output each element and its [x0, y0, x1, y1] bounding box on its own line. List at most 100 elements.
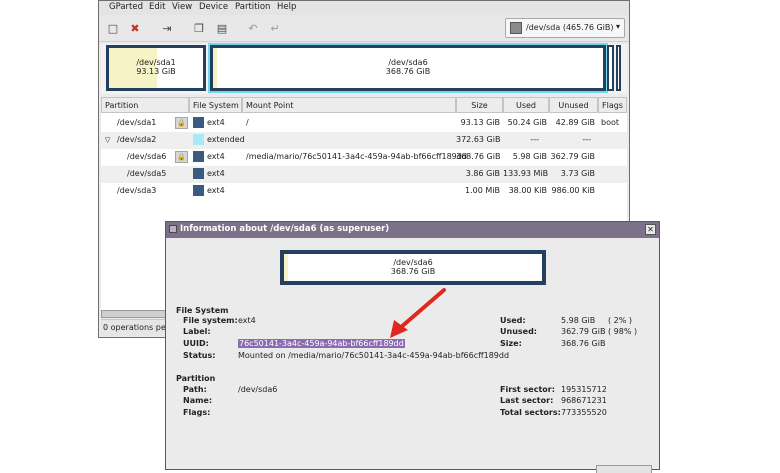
partition-block-name: /dev/sda1 [136, 58, 176, 67]
cell-size: 1.00 MiB [465, 186, 500, 195]
table-row[interactable]: /dev/sda1 🔒 ext4 / 93.13 GiB 50.24 GiB 4… [101, 115, 627, 132]
resize-icon[interactable]: ⇥ [159, 20, 175, 36]
table-row[interactable]: /dev/sda3 ext4 1.00 MiB 38.00 KiB 986.00… [101, 183, 627, 200]
cell-partition: /dev/sda5 [127, 169, 167, 178]
disk-map: /dev/sda1 93.13 GiB /dev/sda6 368.76 GiB [101, 43, 627, 94]
cell-size: 368.76 GiB [456, 152, 501, 161]
cell-used: 50.24 GiB [507, 118, 547, 127]
cell-partition: /dev/sda6 [127, 152, 167, 161]
table-row[interactable]: /dev/sda5 ext4 3.86 GiB 133.93 MiB 3.73 … [101, 166, 627, 183]
cell-used: 38.00 KiB [508, 186, 547, 195]
close-icon[interactable]: ✕ [645, 224, 656, 235]
paste-icon[interactable]: ▤ [214, 20, 230, 36]
lock-icon: 🔒 [175, 117, 188, 129]
fs-color-swatch [193, 117, 204, 128]
dialog-title-bar[interactable]: Information about /dev/sda6 (as superuse… [166, 222, 659, 238]
fs-color-swatch [193, 134, 204, 145]
cell-unused: 3.73 GiB [560, 169, 595, 178]
label-first-sector: First sector: [500, 385, 555, 394]
value-filesystem: ext4 [238, 316, 256, 325]
partition-block-sda3[interactable] [616, 45, 621, 91]
column-header-mount[interactable]: Mount Point [242, 97, 456, 113]
disk-icon [510, 22, 522, 34]
device-selector[interactable]: /dev/sda (465.76 GiB) ▾ [505, 18, 625, 38]
column-header-partition[interactable]: Partition [101, 97, 189, 113]
chevron-down-icon: ▾ [615, 22, 620, 31]
fs-color-swatch [193, 151, 204, 162]
cell-size: 372.63 GiB [456, 135, 501, 144]
label-flags: Flags: [183, 408, 211, 417]
value-unused-percent: ( 98% ) [608, 327, 638, 336]
label-name: Name: [183, 396, 213, 405]
cell-unused: --- [582, 135, 591, 144]
horizontal-scrollbar[interactable] [101, 310, 171, 318]
value-path: /dev/sda6 [238, 385, 278, 394]
column-header-flags[interactable]: Flags [598, 97, 627, 113]
menu-device[interactable]: Device [199, 2, 228, 12]
cell-size: 93.13 GiB [460, 118, 500, 127]
column-header-unused[interactable]: Unused [549, 97, 598, 113]
fs-color-swatch [193, 168, 204, 179]
arrow-shaft [398, 288, 446, 330]
column-header-filesystem[interactable]: File System [189, 97, 242, 113]
cell-unused: 362.79 GiB [550, 152, 595, 161]
column-header-size[interactable]: Size [456, 97, 503, 113]
label-used: Used: [500, 316, 526, 325]
label-uuid: UUID: [183, 339, 209, 348]
cell-size: 3.86 GiB [465, 169, 500, 178]
value-unused: 362.79 GiB [561, 327, 606, 336]
apply-icon[interactable]: ↵ [267, 20, 283, 36]
cell-flags: boot [601, 118, 620, 127]
value-size: 368.76 GiB [561, 339, 606, 348]
cell-partition: /dev/sda2 [117, 135, 157, 144]
label-status: Status: [183, 351, 216, 360]
cell-unused: 986.00 KiB [551, 186, 596, 195]
column-header-used[interactable]: Used [503, 97, 549, 113]
window-menu-icon[interactable] [169, 225, 177, 233]
label-size: Size: [500, 339, 522, 348]
fs-color-swatch [193, 185, 204, 196]
menu-help[interactable]: Help [277, 2, 296, 12]
menu-view[interactable]: View [172, 2, 192, 12]
cell-mount: / [246, 118, 249, 127]
new-icon[interactable]: □ [105, 20, 121, 36]
dialog-title: Information about /dev/sda6 (as superuse… [180, 224, 390, 234]
menu-bar: GParted Edit View Device Partition Help [99, 1, 629, 15]
menu-edit[interactable]: Edit [149, 2, 165, 12]
cell-filesystem: ext4 [207, 152, 225, 161]
label-unused: Unused: [500, 327, 537, 336]
undo-icon[interactable]: ↶ [245, 20, 261, 36]
lock-icon: 🔒 [175, 151, 188, 163]
partition-block-size: 93.13 GiB [136, 67, 176, 76]
label-path: Path: [183, 385, 207, 394]
pending-operations-text: 0 operations pen [103, 323, 171, 332]
cell-used: 133.93 MiB [503, 169, 549, 178]
cell-used: --- [530, 135, 539, 144]
section-heading-filesystem: File System [176, 306, 229, 315]
menu-gparted[interactable]: GParted [109, 2, 143, 12]
partition-block-sda6[interactable]: /dev/sda6 368.76 GiB [208, 43, 608, 93]
value-used: 5.98 GiB [561, 316, 596, 325]
close-button[interactable] [596, 465, 652, 473]
expander-icon[interactable]: ▽ [105, 136, 110, 144]
label-total-sectors: Total sectors: [500, 408, 561, 417]
cell-filesystem: extended [207, 135, 245, 144]
partition-block-size: 368.76 GiB [385, 67, 431, 76]
cell-partition: /dev/sda1 [117, 118, 157, 127]
cell-used: 5.98 GiB [512, 152, 547, 161]
value-total-sectors: 773355520 [561, 408, 607, 417]
partition-block-sda1[interactable]: /dev/sda1 93.13 GiB [106, 45, 206, 91]
delete-icon[interactable]: ✖ [127, 20, 143, 36]
table-row[interactable]: ▽ /dev/sda2 extended 372.63 GiB --- --- [101, 132, 627, 149]
value-first-sector: 195315712 [561, 385, 607, 394]
table-row[interactable]: /dev/sda6 🔒 ext4 /media/mario/76c50141-3… [101, 149, 627, 166]
menu-partition[interactable]: Partition [235, 2, 270, 12]
label-filesystem: File system: [183, 316, 238, 325]
partition-block-sda5[interactable] [607, 45, 614, 91]
partition-graphic: /dev/sda6 368.76 GiB [280, 250, 546, 285]
copy-icon[interactable]: ❐ [191, 20, 207, 36]
cell-unused: 42.89 GiB [555, 118, 595, 127]
information-dialog: Information about /dev/sda6 (as superuse… [165, 221, 660, 473]
value-used-percent: ( 2% ) [608, 316, 633, 325]
cell-mount: /media/mario/76c50141-3a4c-459a-94ab-bf6… [246, 152, 467, 161]
